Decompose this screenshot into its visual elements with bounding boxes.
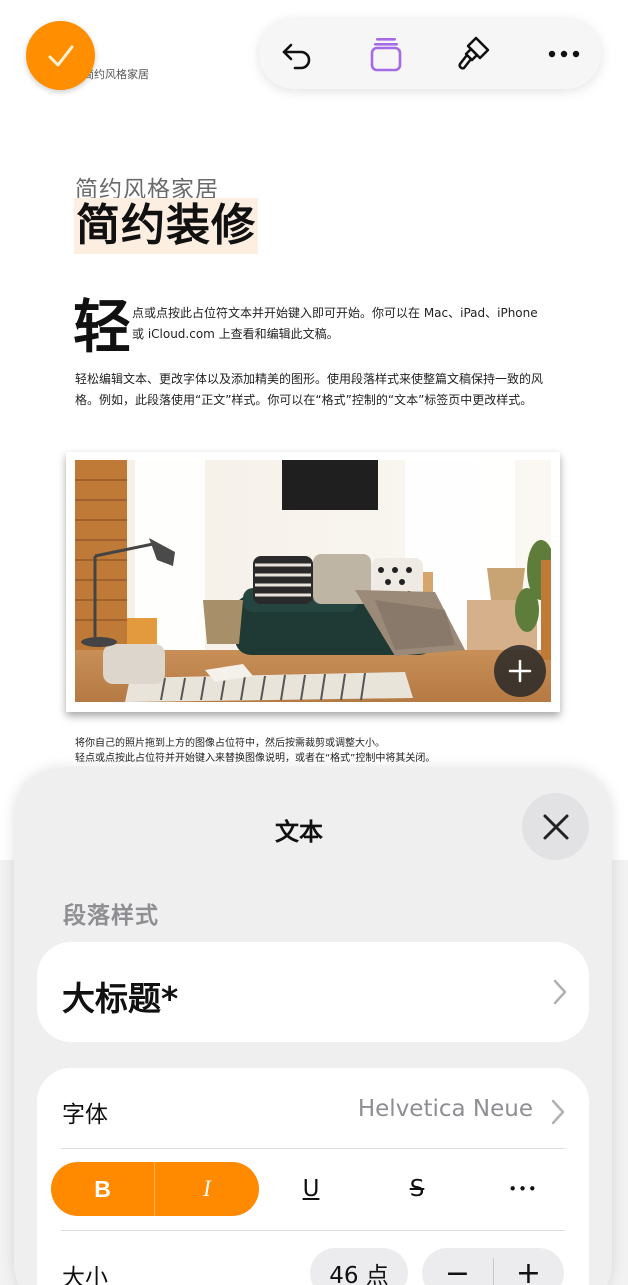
paragraph-style-row[interactable]: 大标题* bbox=[37, 942, 589, 1042]
ellipsis-icon bbox=[548, 50, 580, 58]
font-row[interactable]: 字体 Helvetica Neue bbox=[37, 1068, 589, 1148]
image-caption[interactable]: 将你自己的照片拖到上方的图像占位符中，然后按需裁剪或调整大小。 轻点或点按此占位… bbox=[75, 736, 555, 766]
add-photo-button[interactable] bbox=[494, 645, 546, 697]
divider bbox=[61, 1148, 565, 1149]
format-button[interactable] bbox=[452, 32, 496, 76]
top-toolbar bbox=[259, 19, 601, 89]
chevron-right-icon bbox=[551, 1099, 565, 1125]
font-label: 字体 bbox=[62, 1102, 108, 1128]
divider bbox=[61, 1230, 565, 1231]
font-value: Helvetica Neue bbox=[357, 1096, 533, 1122]
italic-button[interactable]: I bbox=[155, 1162, 259, 1216]
living-room-photo bbox=[75, 460, 551, 702]
font-size-stepper: − + bbox=[422, 1248, 564, 1285]
more-text-options-button[interactable]: ••• bbox=[493, 1162, 553, 1216]
document-page[interactable]: 简约风格家居 简约风格家居 简约装修 轻 点或点按此占位符文本并开始键入即可开始… bbox=[0, 0, 628, 860]
bold-button[interactable]: B bbox=[51, 1162, 154, 1216]
caption-line-1: 将你自己的照片拖到上方的图像占位符中，然后按需裁剪或调整大小。 bbox=[75, 738, 385, 749]
undo-button[interactable] bbox=[275, 32, 319, 76]
done-button[interactable] bbox=[26, 21, 95, 90]
font-settings-card: 字体 Helvetica Neue B I U S ••• 大小 46 点 − … bbox=[37, 1068, 589, 1285]
document-header[interactable]: 简约风格家居 bbox=[83, 66, 149, 82]
strikethrough-button[interactable]: S bbox=[387, 1162, 447, 1216]
bold-italic-group: B I bbox=[51, 1162, 259, 1216]
document-title[interactable]: 简约装修 bbox=[74, 198, 258, 254]
image-placeholder[interactable] bbox=[66, 452, 560, 712]
paintbrush-icon bbox=[458, 36, 490, 70]
stacked-pages-icon bbox=[370, 38, 402, 72]
plus-icon bbox=[508, 659, 532, 683]
more-button[interactable] bbox=[542, 32, 586, 76]
body-paragraph-2[interactable]: 轻松编辑文本、更改字体以及添加精美的图形。使用段落样式来使整篇文稿保持一致的风格… bbox=[75, 369, 547, 411]
undo-icon bbox=[282, 43, 311, 70]
checkmark-icon bbox=[48, 45, 73, 66]
drop-cap[interactable]: 轻 bbox=[73, 294, 131, 360]
body-paragraph-1[interactable]: 点或点按此占位符文本并开始键入即可开始。你可以在 Mac、iPad、iPhone… bbox=[132, 303, 542, 345]
font-size-field[interactable]: 46 点 bbox=[310, 1248, 408, 1285]
size-label: 大小 bbox=[62, 1265, 108, 1285]
pages-button[interactable] bbox=[364, 32, 408, 76]
caption-line-2: 轻点或点按此占位符并开始键入来替换图像说明，或者在“格式”控制中将其关闭。 bbox=[75, 753, 436, 764]
paragraph-style-value: 大标题* bbox=[62, 979, 179, 1018]
sheet-title: 文本 bbox=[275, 818, 323, 846]
decrease-size-button[interactable]: − bbox=[422, 1248, 493, 1285]
chevron-right-icon bbox=[553, 979, 567, 1005]
close-icon bbox=[543, 814, 568, 839]
underline-button[interactable]: U bbox=[281, 1162, 341, 1216]
close-button[interactable] bbox=[522, 793, 589, 860]
paragraph-style-label: 段落样式 bbox=[63, 903, 159, 929]
increase-size-button[interactable]: + bbox=[493, 1248, 564, 1285]
